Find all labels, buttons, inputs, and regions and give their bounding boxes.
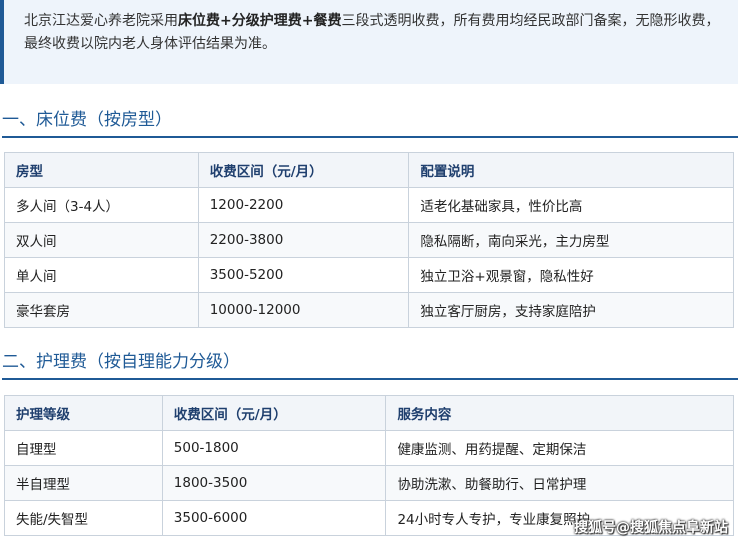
intro-bold: 床位费+分级护理费+餐费 (178, 13, 342, 29)
table-cell: 适老化基础家具，性价比高 (408, 187, 734, 223)
table-cell: 双人间 (4, 222, 199, 258)
table-cell: 3500-5200 (197, 257, 410, 293)
table-cell: 500-1800 (161, 430, 387, 466)
table-cell: 健康监测、用药提醒、定期保洁 (385, 430, 734, 466)
table-cell: 2200-3800 (197, 222, 410, 258)
table-cell: 半自理型 (4, 465, 163, 501)
intro-text: 北京江达爱心养老院采用 (24, 13, 178, 29)
section-title-care-fee: 二、护理费（按自理能力分级） (2, 352, 240, 372)
table-cell: 独立客厅厨房，支持家庭陪护 (408, 292, 734, 328)
column-header: 收费区间（元/月） (197, 152, 410, 188)
table-cell: 自理型 (4, 430, 163, 466)
table-cell: 3500-6000 (161, 500, 387, 536)
bed-fee-table: 房型 收费区间（元/月） 配置说明 多人间（3-4人） 1200-2200 适老… (4, 152, 734, 328)
table-cell: 1800-3500 (161, 465, 387, 501)
section-title-bed-fee: 一、床位费（按房型） (2, 110, 172, 130)
table-cell: 单人间 (4, 257, 199, 293)
intro-box: 北京江达爱心养老院采用床位费+分级护理费+餐费三段式透明收费，所有费用均经民政部… (0, 0, 738, 84)
table-cell: 豪华套房 (4, 292, 199, 328)
column-header: 护理等级 (4, 395, 163, 431)
table-cell: 多人间（3-4人） (4, 187, 199, 223)
column-header: 房型 (4, 152, 199, 188)
section-divider (2, 136, 738, 138)
table-cell: 独立卫浴+观景窗，隐私性好 (408, 257, 734, 293)
table-cell: 失能/失智型 (4, 500, 163, 536)
watermark: 搜狐号@搜狐焦点阜新站 (574, 520, 728, 536)
table-cell: 10000-12000 (197, 292, 410, 328)
table-cell: 隐私隔断，南向采光，主力房型 (408, 222, 734, 258)
section-divider (2, 378, 738, 380)
table-cell: 1200-2200 (197, 187, 410, 223)
column-header: 收费区间（元/月） (161, 395, 387, 431)
column-header: 服务内容 (385, 395, 734, 431)
table-row: 豪华套房 10000-12000 独立客厅厨房，支持家庭陪护 (4, 292, 734, 328)
table-header-row: 房型 收费区间（元/月） 配置说明 (4, 152, 734, 188)
table-cell: 协助洗漱、助餐助行、日常护理 (385, 465, 734, 501)
column-header: 配置说明 (408, 152, 734, 188)
care-fee-table: 护理等级 收费区间（元/月） 服务内容 自理型 500-1800 健康监测、用药… (4, 395, 734, 536)
table-row: 单人间 3500-5200 独立卫浴+观景窗，隐私性好 (4, 257, 734, 293)
table-row: 双人间 2200-3800 隐私隔断，南向采光，主力房型 (4, 222, 734, 258)
table-row: 多人间（3-4人） 1200-2200 适老化基础家具，性价比高 (4, 187, 734, 223)
table-row: 自理型 500-1800 健康监测、用药提醒、定期保洁 (4, 430, 734, 466)
table-header-row: 护理等级 收费区间（元/月） 服务内容 (4, 395, 734, 431)
table-row: 半自理型 1800-3500 协助洗漱、助餐助行、日常护理 (4, 465, 734, 501)
